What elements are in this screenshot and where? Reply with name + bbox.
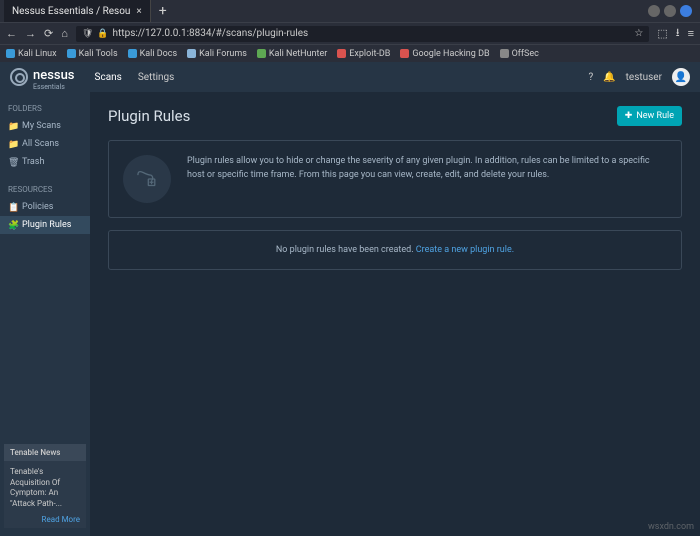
main-panel: Plugin Rules ✚ New Rule Plugin rules all… [90, 92, 700, 536]
forums-icon [187, 49, 196, 58]
nav-scans[interactable]: Scans [95, 72, 122, 83]
logo-icon [10, 68, 28, 86]
bookmark-kali-nethunter[interactable]: Kali NetHunter [257, 49, 327, 59]
news-header: Tenable News [4, 444, 86, 461]
folder-icon: 📁 [8, 140, 17, 149]
bookmark-kali-docs[interactable]: Kali Docs [128, 49, 178, 59]
maximize-icon[interactable] [664, 5, 676, 17]
shield-icon[interactable]: 🛡 [82, 29, 93, 39]
sidebar-item-policies[interactable]: 📋Policies [0, 198, 90, 216]
empty-state: No plugin rules have been created. Creat… [108, 230, 682, 270]
docs-icon [128, 49, 137, 58]
plugin-rule-illustration-icon [123, 155, 171, 203]
sidebar-resources-header: RESOURCES [0, 181, 90, 198]
save-page-icon[interactable]: ⬚ [657, 27, 667, 40]
username[interactable]: testuser [626, 72, 662, 83]
kali-icon [6, 49, 15, 58]
tab-title: Nessus Essentials / Resou [12, 6, 130, 17]
page-header: Plugin Rules ✚ New Rule [108, 106, 682, 126]
lock-icon[interactable]: 🔒 [97, 29, 108, 39]
browser-navbar: ← → ⟳ ⌂ 🛡 🔒 https://127.0.0.1:8834/#/sca… [0, 22, 700, 44]
create-plugin-rule-link[interactable]: Create a new plugin rule. [416, 245, 514, 255]
menu-icon[interactable]: ≡ [688, 27, 694, 40]
empty-text: No plugin rules have been created. [276, 245, 416, 255]
window-controls [648, 5, 696, 17]
exploit-db-icon [337, 49, 346, 58]
news-read-more-link[interactable]: Read More [4, 515, 86, 528]
logo-subtitle: Essentials [33, 83, 75, 91]
trash-icon: 🗑 [8, 158, 17, 167]
bookmark-kali-linux[interactable]: Kali Linux [6, 49, 57, 59]
kali-icon [67, 49, 76, 58]
info-text: Plugin rules allow you to hide or change… [187, 155, 667, 182]
offsec-icon [500, 49, 509, 58]
notifications-icon[interactable]: 🔔 [603, 72, 615, 83]
app-nav: Scans Settings [95, 72, 175, 83]
url-bar[interactable]: 🛡 🔒 https://127.0.0.1:8834/#/scans/plugi… [76, 26, 649, 42]
page-title: Plugin Rules [108, 107, 190, 125]
new-tab-button[interactable]: + [151, 3, 175, 19]
new-rule-button[interactable]: ✚ New Rule [617, 106, 682, 126]
sidebar: FOLDERS 📁My Scans 📁All Scans 🗑Trash RESO… [0, 92, 90, 536]
bookmark-exploit-db[interactable]: Exploit-DB [337, 49, 390, 59]
url-text: https://127.0.0.1:8834/#/scans/plugin-ru… [113, 28, 309, 39]
content: FOLDERS 📁My Scans 📁All Scans 🗑Trash RESO… [0, 92, 700, 536]
help-icon[interactable]: ? [588, 72, 593, 83]
reload-icon[interactable]: ⟳ [44, 27, 53, 40]
sidebar-folders-header: FOLDERS [0, 100, 90, 117]
bookmark-offsec[interactable]: OffSec [500, 49, 539, 59]
logo-text: nessus [33, 68, 75, 83]
avatar[interactable]: 👤 [672, 68, 690, 86]
ghdb-icon [400, 49, 409, 58]
minimize-icon[interactable] [648, 5, 660, 17]
app-controls: ? 🔔 testuser 👤 [588, 68, 690, 86]
bookmark-kali-tools[interactable]: Kali Tools [67, 49, 118, 59]
downloads-icon[interactable]: ⭳ [676, 24, 680, 43]
watermark: wsxdn.com [648, 522, 694, 532]
sidebar-item-all-scans[interactable]: 📁All Scans [0, 135, 90, 153]
app-header: nessus Essentials Scans Settings ? 🔔 tes… [0, 62, 700, 92]
tenable-news-widget: Tenable News Tenable's Acquisition Of Cy… [4, 444, 86, 528]
sidebar-item-plugin-rules[interactable]: 🧩Plugin Rules [0, 216, 90, 234]
nav-settings[interactable]: Settings [138, 72, 175, 83]
nessus-logo[interactable]: nessus Essentials [10, 64, 75, 91]
plus-icon: ✚ [625, 111, 633, 121]
nethunter-icon [257, 49, 266, 58]
plugin-rules-icon: 🧩 [8, 221, 17, 230]
close-tab-icon[interactable]: × [136, 6, 141, 17]
close-window-icon[interactable] [680, 5, 692, 17]
policies-icon: 📋 [8, 203, 17, 212]
bookmarks-bar: Kali Linux Kali Tools Kali Docs Kali For… [0, 44, 700, 62]
back-icon[interactable]: ← [6, 27, 17, 40]
home-icon[interactable]: ⌂ [61, 27, 68, 40]
sidebar-item-trash[interactable]: 🗑Trash [0, 153, 90, 171]
browser-tab[interactable]: Nessus Essentials / Resou × [4, 0, 151, 22]
info-panel: Plugin rules allow you to hide or change… [108, 140, 682, 218]
forward-icon[interactable]: → [25, 27, 36, 40]
bookmark-kali-forums[interactable]: Kali Forums [187, 49, 247, 59]
bookmark-ghdb[interactable]: Google Hacking DB [400, 49, 489, 59]
news-body: Tenable's Acquisition Of Cymptom: An "At… [4, 461, 86, 515]
navbar-end: ⬚ ⭳ ≡ [657, 24, 694, 43]
folder-icon: 📁 [8, 122, 17, 131]
sidebar-item-my-scans[interactable]: 📁My Scans [0, 117, 90, 135]
browser-titlebar: Nessus Essentials / Resou × + [0, 0, 700, 22]
bookmark-star-icon[interactable]: ☆ [634, 28, 643, 39]
